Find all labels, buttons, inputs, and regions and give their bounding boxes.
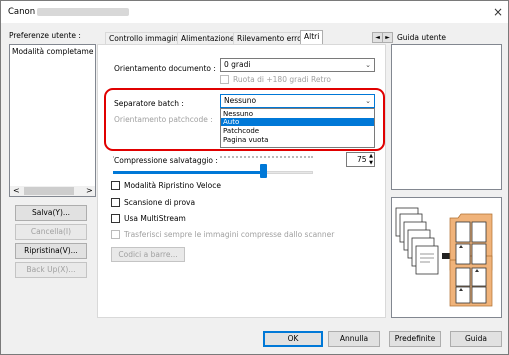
title-bar: Canon ×	[1, 1, 508, 23]
orientation-label: Orientamento documento :	[114, 64, 216, 73]
guide-illustration	[391, 197, 502, 318]
save-button[interactable]: Salva(Y)...	[15, 205, 87, 221]
rotate-label: Ruota di +180 gradi Retro	[233, 75, 331, 84]
cancel-button[interactable]: Annulla	[328, 331, 380, 347]
spin-up-icon[interactable]: ▲	[369, 153, 373, 159]
ok-button[interactable]: OK	[263, 331, 323, 347]
fast-recovery-checkbox[interactable]	[111, 181, 120, 190]
compression-slider-thumb[interactable]	[260, 164, 267, 178]
test-scan-label: Scansione di prova	[124, 198, 196, 207]
rotate-checkbox[interactable]	[220, 75, 229, 84]
batch-separation-illustration	[395, 207, 493, 307]
help-button[interactable]: Guida	[450, 331, 502, 347]
preferences-label: Preferenze utente :	[9, 31, 81, 40]
tab-scroll-right-icon[interactable]: ►	[382, 32, 393, 43]
test-scan-checkbox[interactable]	[111, 198, 120, 207]
spin-down-icon[interactable]: ▼	[369, 160, 373, 166]
compression-spinbox[interactable]: 75 ▲ ▼	[346, 152, 375, 167]
scroll-left-icon[interactable]: <	[13, 186, 20, 196]
window-title-redacted	[37, 8, 129, 16]
horizontal-scrollbar[interactable]: < >	[10, 186, 95, 196]
barcode-button[interactable]: Codici a barre...	[111, 247, 185, 262]
orientation-select[interactable]: 0 gradi ⌄	[220, 58, 375, 72]
dialog-window: Canon × Preferenze utente : Modalità com…	[0, 0, 509, 355]
backup-button[interactable]: Back Up(X)...	[15, 262, 87, 278]
scrollbar-thumb[interactable]	[24, 187, 74, 195]
orientation-value: 0 gradi	[224, 60, 251, 69]
restore-button[interactable]: Ripristina(V)...	[15, 243, 87, 259]
delete-button[interactable]: Cancella(I)	[15, 224, 87, 240]
preferences-list[interactable]: Modalità completamente < >	[9, 44, 96, 197]
compression-slider-fill	[113, 171, 263, 174]
compressed-transfer-checkbox[interactable]	[111, 230, 120, 239]
fast-recovery-label: Modalità Ripristino Veloce	[124, 181, 221, 190]
scroll-right-icon[interactable]: >	[86, 186, 93, 196]
guide-text-area	[391, 44, 502, 190]
multistream-checkbox[interactable]	[111, 214, 120, 223]
guide-title: Guida utente	[397, 33, 447, 42]
compression-value: 75	[357, 155, 367, 164]
list-item[interactable]: Modalità completamente	[12, 47, 94, 56]
defaults-button[interactable]: Predefinite	[389, 331, 441, 347]
chevron-down-icon: ⌄	[365, 61, 371, 69]
compression-label: Compressione salvataggio :	[114, 156, 220, 165]
highlight-box	[104, 88, 385, 151]
close-icon[interactable]: ×	[491, 5, 505, 19]
multistream-label: Usa MultiStream	[124, 214, 186, 223]
compressed-transfer-label: Trasferisci sempre le immagini compresse…	[124, 230, 335, 239]
window-title: Canon	[8, 7, 36, 17]
